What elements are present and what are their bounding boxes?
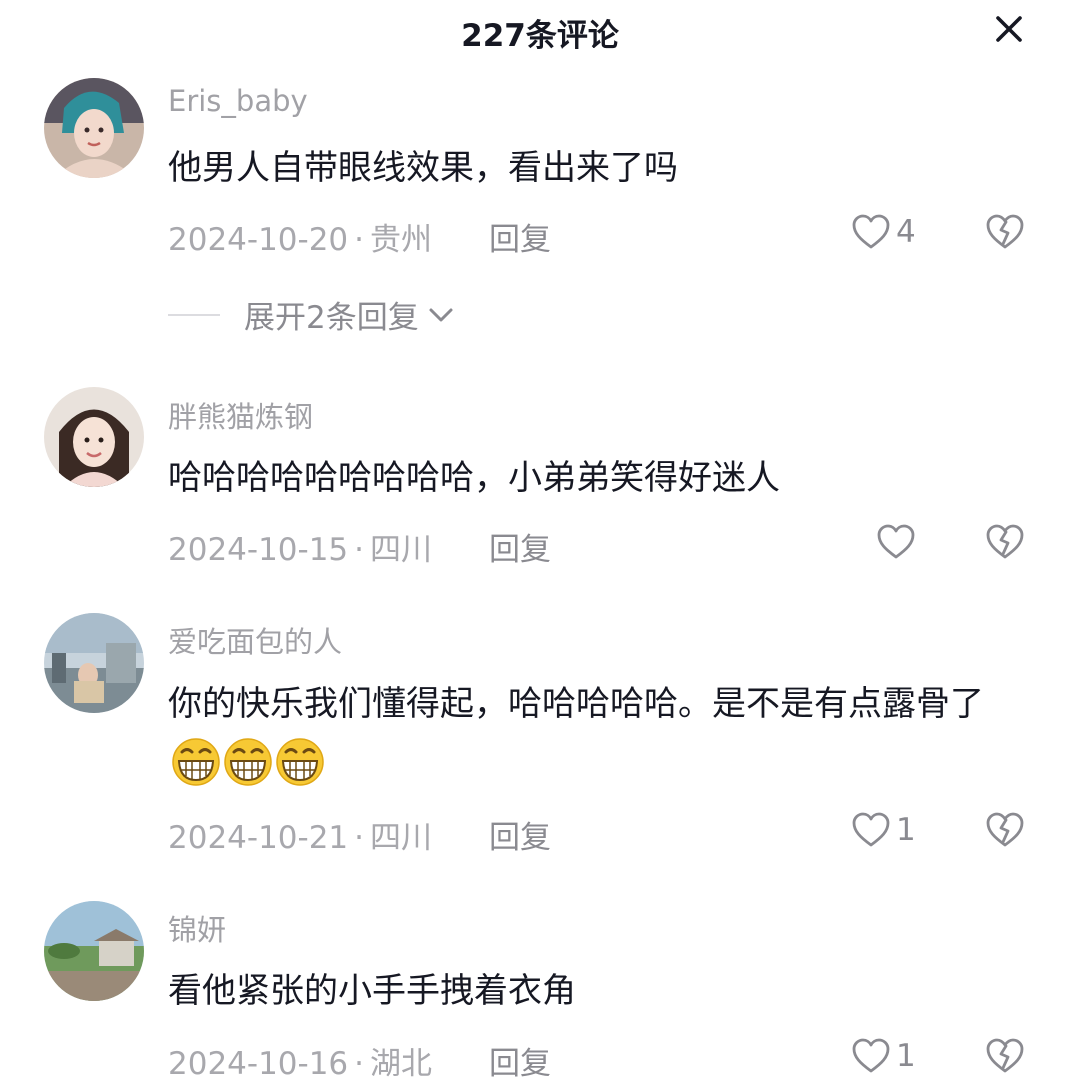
grin-emoji: [172, 738, 220, 786]
heart-icon: [877, 524, 915, 559]
comment-location: 四川: [370, 532, 433, 568]
comment-meta: 2024-10-21 · 四川: [168, 812, 432, 857]
comment-meta: 2024-10-20 · 贵州: [168, 214, 432, 259]
dislike-button[interactable]: [985, 812, 1025, 852]
reply-button[interactable]: 回复: [489, 214, 551, 259]
dislike-button[interactable]: [985, 1038, 1025, 1078]
comment-meta: 2024-10-15 · 四川: [168, 524, 432, 569]
dislike-button[interactable]: [985, 214, 1025, 254]
comment-date: 2024-10-15: [168, 532, 349, 568]
comment-date: 2024-10-16: [168, 1046, 349, 1082]
comment-date: 2024-10-20: [168, 222, 349, 258]
grin-emoji: [224, 738, 272, 786]
like-button[interactable]: 4: [852, 214, 916, 250]
chevron-down-icon: [429, 308, 453, 321]
comment-text: 看他紧张的小手手拽着衣角: [168, 971, 576, 1011]
heart-icon: [852, 214, 890, 249]
like-count: 4: [896, 214, 916, 250]
heart-icon: [852, 1038, 890, 1073]
comment-text: 哈哈哈哈哈哈哈哈哈，小弟弟笑得好迷人: [168, 458, 780, 498]
expand-replies: 展开2条回复: [168, 292, 457, 337]
reply-button[interactable]: 回复: [489, 524, 551, 569]
comment-text-body: 你的快乐我们懂得起，哈哈哈哈哈。是不是有点露骨了: [168, 684, 984, 724]
avatar[interactable]: [44, 613, 144, 713]
comment-date: 2024-10-21: [168, 820, 349, 856]
dislike-button[interactable]: [985, 524, 1025, 564]
meta-separator: ·: [354, 532, 365, 568]
reply-button[interactable]: 回复: [489, 1038, 551, 1083]
grin-emoji: [276, 738, 324, 786]
avatar[interactable]: [44, 901, 144, 1001]
comment-location: 四川: [370, 820, 433, 856]
like-button[interactable]: 1: [852, 812, 916, 848]
like-button[interactable]: 1: [852, 1038, 916, 1074]
like-button[interactable]: [877, 524, 921, 560]
broken-heart-icon: [986, 524, 1024, 559]
comment-location: 贵州: [370, 222, 433, 258]
like-count: 1: [896, 812, 916, 848]
like-count: 1: [896, 1038, 916, 1074]
comment-count-title: 227条评论: [461, 18, 619, 54]
close-icon: [996, 16, 1022, 42]
expand-replies-button[interactable]: 展开2条回复: [244, 292, 457, 337]
expand-divider: [168, 313, 220, 316]
comment-username[interactable]: 胖熊猫炼钢: [168, 394, 313, 436]
meta-separator: ·: [354, 820, 365, 856]
expand-replies-label: 展开2条回复: [244, 300, 419, 336]
heart-icon: [852, 812, 890, 847]
meta-separator: ·: [354, 1046, 365, 1082]
broken-heart-icon: [986, 214, 1024, 249]
broken-heart-icon: [986, 1038, 1024, 1073]
comment-username[interactable]: 锦妍: [168, 907, 226, 949]
comment-meta: 2024-10-16 · 湖北: [168, 1038, 432, 1083]
avatar[interactable]: [44, 78, 144, 178]
avatar[interactable]: [44, 387, 144, 487]
comment-text: 他男人自带眼线效果，看出来了吗: [168, 148, 678, 188]
comment-username[interactable]: 爱吃面包的人: [168, 619, 342, 661]
comment-username[interactable]: Eris_baby: [168, 84, 308, 118]
meta-separator: ·: [354, 222, 365, 258]
comment-location: 湖北: [370, 1046, 433, 1082]
reply-button[interactable]: 回复: [489, 812, 551, 857]
broken-heart-icon: [986, 812, 1024, 847]
comments-header: 227条评论: [0, 0, 1080, 66]
emoji-group: [170, 737, 326, 807]
comment-text: 你的快乐我们懂得起，哈哈哈哈哈。是不是有点露骨了: [168, 673, 1028, 807]
close-button[interactable]: [988, 8, 1030, 50]
